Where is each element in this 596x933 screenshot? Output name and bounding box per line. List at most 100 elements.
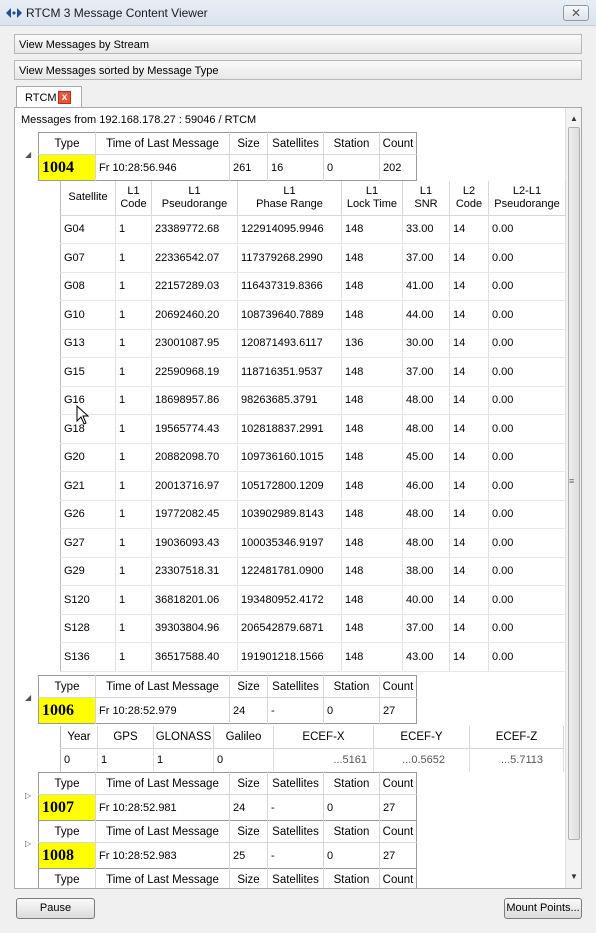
satellite-cell: 14 (449, 386, 489, 415)
satellite-row[interactable]: S136 1 36517588.40 191901218.1566 148 43.00 14… (60, 642, 566, 672)
satellite-row[interactable]: G04 1 23389772.68 122914095.9946 148 33.00 14 0… (60, 215, 566, 244)
message-row[interactable]: 1004 Fr 10:28:56.946 261 16 0 202 (38, 154, 417, 181)
col-type: Type (38, 868, 96, 888)
satellite-row[interactable]: G07 1 22336542.07 117379268.2990 148 37.00 14 0… (60, 243, 566, 273)
info-col-header: Galileo (213, 726, 274, 749)
scroll-up-icon[interactable]: ▲ (570, 114, 578, 123)
satellite-row[interactable]: G21 1 20013716.97 105172800.1209 148 46.00 14 0… (60, 471, 566, 501)
satellite-cell: 1 (115, 557, 152, 586)
col-station: Station (323, 132, 380, 155)
window-title: RTCM 3 Message Content Viewer (26, 6, 208, 20)
col-type: Type (38, 772, 96, 795)
tab-rtcm[interactable]: RTCM x (16, 86, 82, 108)
scroll-down-icon[interactable]: ▼ (570, 872, 578, 881)
col-type: Type (38, 132, 96, 155)
message-time: Fr 10:28:52.983 (95, 842, 230, 869)
satellite-cell: 0.00 (488, 528, 566, 558)
satellite-cell: 1 (115, 642, 152, 672)
col-count: Count (379, 675, 417, 698)
sat-col-header: L2 Code (449, 181, 489, 216)
vertical-scrollbar[interactable]: ▲ ≡ ▼ (565, 108, 581, 888)
window-close-button[interactable]: ✕ (563, 5, 589, 21)
station-info-table: Year GPS GLONASS Galileo ECEF-X ECEF-Y E… (60, 726, 564, 772)
message-type: 1008 (38, 842, 96, 869)
message-satellites: - (267, 842, 324, 869)
message-row[interactable]: 1008 Fr 10:28:52.983 25 - 0 27 (38, 842, 417, 869)
info-galileo: 0 (213, 748, 274, 772)
title-bar: RTCM 3 Message Content Viewer ✕ (0, 0, 596, 26)
satellite-cell: 120871493.6117 (237, 329, 342, 358)
collapse-1008-icon[interactable]: ▷ (25, 839, 31, 848)
col-station: Station (323, 675, 380, 698)
satellite-cell: 1 (115, 614, 152, 643)
satellite-cell: 122914095.9946 (237, 215, 342, 244)
message-satellites: - (267, 794, 324, 821)
satellite-cell: 14 (449, 443, 489, 472)
expand-1004-icon[interactable]: ◢ (25, 150, 31, 159)
satellite-cell: 23307518.31 (151, 557, 238, 586)
satellite-cell: 14 (449, 528, 489, 558)
satellite-row[interactable]: G08 1 22157289.03 116437319.8366 148 41.00 14 0… (60, 272, 566, 301)
satellite-row[interactable]: G16 1 18698957.86 98263685.3791 148 48.00 14 0.… (60, 386, 566, 415)
collapse-1007-icon[interactable]: ▷ (25, 791, 31, 800)
col-time: Time of Last Message (95, 675, 230, 698)
satellite-row[interactable]: S128 1 39303804.96 206542879.6871 148 37.00 14… (60, 614, 566, 643)
satellite-cell: 122481781.0900 (237, 557, 342, 586)
grip-icon: ≡ (569, 476, 575, 486)
satellite-cell: 14 (449, 329, 489, 358)
satellite-cell: 148 (341, 500, 403, 529)
message-count: 202 (383, 161, 402, 174)
satellite-cell: 116437319.8366 (237, 272, 342, 301)
satellite-cell: 148 (341, 300, 403, 330)
satellite-cell: 1 (115, 414, 152, 444)
satellite-row[interactable]: G20 1 20882098.70 109736160.1015 148 45.00 14 0… (60, 443, 566, 472)
expand-1006-icon[interactable]: ◢ (25, 693, 31, 702)
message-type: 1004 (38, 154, 96, 181)
satellite-cell: 0.00 (488, 557, 566, 586)
station-row[interactable]: 0 1 1 0 ...5161 ...0.5652 ...5.7113 (60, 748, 564, 772)
satellite-cell: 14 (449, 500, 489, 529)
pause-button[interactable]: Pause (16, 898, 95, 919)
col-station: Station (323, 820, 380, 843)
sat-col-header: L1 Pseudorange (151, 181, 238, 216)
satellite-cell: 191901218.1566 (237, 642, 342, 672)
satellite-row[interactable]: G13 1 23001087.95 120871493.6117 136 30.00 14 0… (60, 329, 566, 358)
sat-col-header: L1 Code (115, 181, 152, 216)
info-col-header: ECEF-Z (469, 726, 564, 749)
message-row[interactable]: 1007 Fr 10:28:52.981 24 - 0 27 (38, 794, 417, 821)
satellite-cell: 33.00 (402, 215, 450, 244)
satellite-row[interactable]: G29 1 23307518.31 122481781.0900 148 38.00 14 0… (60, 557, 566, 586)
satellite-row[interactable]: S120 1 36818201.06 193480952.4172 148 40.00 14… (60, 585, 566, 615)
satellite-cell: S136 (60, 642, 116, 672)
satellite-cell: 1 (115, 215, 152, 244)
message-row[interactable]: 1006 Fr 10:28:52.979 24 - 0 27 (38, 697, 417, 724)
message-size: 25 (229, 842, 268, 869)
col-time: Time of Last Message (95, 868, 230, 888)
message-station: 0 (323, 154, 380, 181)
satellite-row[interactable]: G26 1 19772082.45 103902989.8143 148 48.00 14 0… (60, 500, 566, 529)
satellite-cell: 37.00 (402, 614, 450, 643)
satellite-cell: 1 (115, 272, 152, 301)
satellite-cell: 148 (341, 585, 403, 615)
satellite-cell: 36818201.06 (151, 585, 238, 615)
view-by-stream-bar[interactable]: View Messages by Stream (14, 34, 582, 54)
col-station: Station (323, 772, 380, 795)
satellite-cell: 105172800.1209 (237, 471, 342, 501)
satellite-row[interactable]: G27 1 19036093.43 100035346.9197 148 48.00 14 0… (60, 528, 566, 558)
mount-points-button[interactable]: Mount Points... (504, 898, 582, 919)
satellite-row[interactable]: G15 1 22590968.19 118716351.9537 148 37.00 14 0… (60, 357, 566, 387)
satellite-cell: 118716351.9537 (237, 357, 342, 387)
satellite-cell: 102818837.2991 (237, 414, 342, 444)
satellite-row[interactable]: G18 1 19565774.43 102818837.2991 148 48.00 14 0… (60, 414, 566, 444)
satellite-cell: 1 (115, 528, 152, 558)
info-glonass: 1 (153, 748, 214, 772)
tab-close-icon[interactable]: x (58, 91, 71, 104)
col-satellites: Satellites (267, 868, 324, 888)
view-by-type-bar[interactable]: View Messages sorted by Message Type (14, 60, 582, 80)
satellite-cell: 20882098.70 (151, 443, 238, 472)
satellite-cell: 40.00 (402, 585, 450, 615)
satellite-row[interactable]: G10 1 20692460.20 108739640.7889 148 44.00 14 0… (60, 300, 566, 330)
satellite-cell: 14 (449, 357, 489, 387)
message-panel: Messages from 192.168.178.27 : 59046 / R… (14, 107, 582, 889)
satellite-cell: G04 (60, 215, 116, 244)
